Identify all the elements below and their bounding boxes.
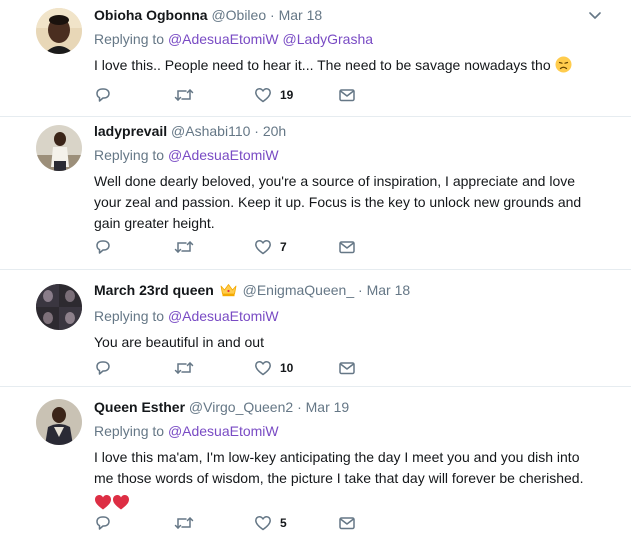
- retweet-icon: [174, 517, 194, 529]
- reply-button[interactable]: [94, 513, 174, 533]
- retweet-button[interactable]: [174, 513, 254, 533]
- mention-link[interactable]: @AdesuaEtomiW: [168, 31, 279, 47]
- replying-to-label: Replying to: [94, 31, 165, 47]
- envelope-icon: [339, 89, 355, 102]
- tweet-text-content: I love this.. People need to hear it... …: [94, 57, 551, 73]
- envelope-icon: [339, 517, 355, 530]
- tweet-text: Well done dearly beloved, you're a sourc…: [94, 173, 582, 231]
- tweet[interactable]: Queen Esther @Virgo_Queen2 · Mar 19 Repl…: [0, 387, 631, 543]
- separator-dot: ·: [254, 123, 259, 139]
- avatar-image: [36, 284, 82, 330]
- user-handle[interactable]: @EnigmaQueen_: [243, 282, 355, 298]
- separator-dot: ·: [358, 282, 363, 298]
- retweet-icon: [174, 362, 194, 374]
- avatar[interactable]: [36, 8, 82, 54]
- tweet[interactable]: Obioha Ogbonna @Obileo · Mar 18 Replying…: [0, 0, 631, 117]
- timestamp[interactable]: 20h: [263, 123, 286, 139]
- retweet-icon: [174, 89, 194, 101]
- separator-dot: ·: [270, 7, 275, 23]
- reply-button[interactable]: [94, 358, 174, 378]
- reply-feed: Obioha Ogbonna @Obileo · Mar 18 Replying…: [0, 0, 631, 543]
- timestamp[interactable]: Mar 19: [306, 399, 350, 415]
- heart-icon: [255, 361, 271, 376]
- tweet-header: Queen Esther @Virgo_Queen2 · Mar 19: [94, 398, 601, 417]
- tweet-text: I love this ma'am, I'm low-key anticipat…: [94, 449, 584, 486]
- replying-to-label: Replying to: [94, 147, 165, 163]
- like-button[interactable]: 7: [254, 237, 338, 257]
- replying-to: Replying to @AdesuaEtomiW: [94, 146, 601, 165]
- tweet-header: March 23rd queen @EnigmaQueen_ · Mar 18: [94, 281, 601, 302]
- like-button[interactable]: 5: [254, 513, 338, 533]
- tweet-text: I love this.. People need to hear it... …: [94, 55, 601, 79]
- separator-dot: ·: [297, 399, 302, 415]
- replying-to: Replying to @AdesuaEtomiW: [94, 307, 601, 326]
- like-count: 10: [280, 361, 294, 375]
- avatar[interactable]: [36, 125, 82, 171]
- display-name[interactable]: Queen Esther: [94, 399, 185, 415]
- tweet-actions: 19: [94, 85, 356, 105]
- heart-icon: [255, 88, 271, 103]
- like-count: 5: [280, 516, 287, 530]
- heart-icon: [255, 240, 271, 255]
- like-count: 19: [280, 88, 294, 102]
- tweet-actions: 7: [94, 237, 356, 257]
- avatar-image: [36, 125, 82, 171]
- display-name[interactable]: Obioha Ogbonna: [94, 7, 208, 23]
- reply-icon: [96, 361, 110, 375]
- timestamp[interactable]: Mar 18: [279, 7, 323, 23]
- like-button[interactable]: 19: [254, 85, 338, 105]
- timestamp[interactable]: Mar 18: [367, 282, 411, 298]
- like-button[interactable]: 10: [254, 358, 338, 378]
- envelope-icon: [339, 241, 355, 254]
- reply-button[interactable]: [94, 85, 174, 105]
- user-handle[interactable]: @Ashabi110: [171, 123, 250, 139]
- retweet-button[interactable]: [174, 358, 254, 378]
- tweet[interactable]: ladyprevail @Ashabi110 · 20h Replying to…: [0, 117, 631, 270]
- avatar[interactable]: [36, 284, 82, 330]
- direct-message-button[interactable]: [338, 85, 356, 105]
- avatar-image: [36, 399, 82, 445]
- replying-to: Replying to @AdesuaEtomiW @LadyGrasha: [94, 30, 601, 49]
- replying-to: Replying to @AdesuaEtomiW: [94, 422, 601, 441]
- retweet-button[interactable]: [174, 85, 254, 105]
- display-name[interactable]: March 23rd queen: [94, 282, 214, 298]
- disappointed-face-emoji-icon: [555, 56, 572, 79]
- retweet-icon: [174, 241, 194, 253]
- tweet-text: You are beautiful in and out: [94, 334, 264, 350]
- avatar[interactable]: [36, 399, 82, 445]
- reply-icon: [96, 240, 110, 254]
- tweet-header: Obioha Ogbonna @Obileo · Mar 18: [94, 6, 601, 25]
- envelope-icon: [339, 362, 355, 375]
- reply-icon: [96, 516, 110, 530]
- user-handle[interactable]: @Obileo: [211, 7, 266, 23]
- like-count: 7: [280, 240, 287, 254]
- tweet[interactable]: March 23rd queen @EnigmaQueen_ · Mar 18 …: [0, 270, 631, 387]
- emoji-hearts: [94, 493, 601, 511]
- crown-emoji-icon: [220, 283, 237, 302]
- chevron-down-icon[interactable]: [589, 12, 601, 20]
- direct-message-button[interactable]: [338, 513, 356, 533]
- reply-icon: [96, 88, 110, 102]
- tweet-actions: 5: [94, 513, 356, 533]
- replying-to-label: Replying to: [94, 308, 165, 324]
- display-name[interactable]: ladyprevail: [94, 123, 167, 139]
- direct-message-button[interactable]: [338, 237, 356, 257]
- reply-button[interactable]: [94, 237, 174, 257]
- tweet-actions: 10: [94, 358, 356, 378]
- tweet-header: ladyprevail @Ashabi110 · 20h: [94, 122, 601, 141]
- avatar-image: [36, 8, 82, 54]
- user-handle[interactable]: @Virgo_Queen2: [189, 399, 293, 415]
- heart-icon: [255, 516, 271, 531]
- direct-message-button[interactable]: [338, 358, 356, 378]
- retweet-button[interactable]: [174, 237, 254, 257]
- red-heart-emoji-icon: [95, 495, 129, 510]
- replying-to-label: Replying to: [94, 423, 165, 439]
- mention-link[interactable]: @LadyGrasha: [283, 31, 373, 47]
- mention-link[interactable]: @AdesuaEtomiW: [168, 423, 279, 439]
- mention-link[interactable]: @AdesuaEtomiW: [168, 147, 279, 163]
- mention-link[interactable]: @AdesuaEtomiW: [168, 308, 279, 324]
